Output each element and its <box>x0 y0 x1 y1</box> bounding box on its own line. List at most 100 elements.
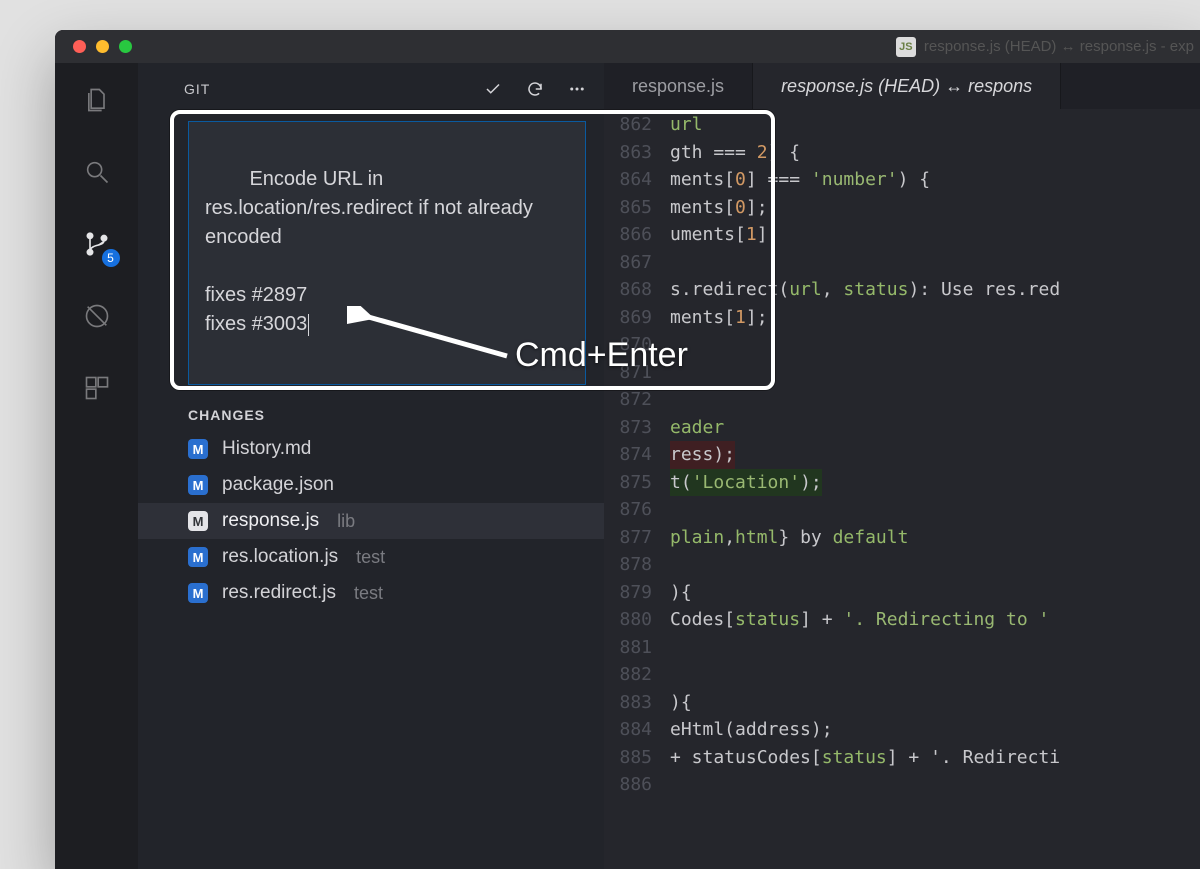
workbench: 5 GIT Encode URL in res.location/res.red… <box>55 63 1200 869</box>
code-line: 876 <box>604 496 1200 524</box>
scm-title: GIT <box>184 81 210 97</box>
changed-file-name: package.json <box>222 474 334 496</box>
modified-badge: M <box>188 511 208 531</box>
code-line: 870 <box>604 331 1200 359</box>
refresh-icon[interactable] <box>526 80 544 98</box>
line-number: 866 <box>604 221 670 249</box>
modified-badge: M <box>188 583 208 603</box>
line-number: 875 <box>604 469 670 497</box>
changes-section-label: CHANGES <box>188 407 604 423</box>
code-line: 875t('Location'); <box>604 469 1200 497</box>
code-editor[interactable]: 862url863gth === 2) {864ments[0] === 'nu… <box>604 109 1200 869</box>
code-line: 869ments[1]; <box>604 304 1200 332</box>
line-number: 886 <box>604 771 670 799</box>
titlebar: JS response.js (HEAD) ↔ response.js - ex… <box>55 30 1200 63</box>
line-number: 869 <box>604 304 670 332</box>
code-line: 867 <box>604 249 1200 277</box>
code-line: 871 <box>604 359 1200 387</box>
modified-badge: M <box>188 475 208 495</box>
code-line: 873eader <box>604 414 1200 442</box>
tab-response-js[interactable]: response.js <box>604 63 753 109</box>
code-text: eHtml(address); <box>670 716 833 744</box>
tab-diff-response-js[interactable]: response.js (HEAD) ↔ respons <box>753 63 1061 109</box>
line-number: 863 <box>604 139 670 167</box>
code-line: 886 <box>604 771 1200 799</box>
close-window-button[interactable] <box>73 40 86 53</box>
scm-header: GIT <box>138 75 604 103</box>
code-line: 878 <box>604 551 1200 579</box>
changed-file-row[interactable]: Mpackage.json <box>138 467 604 503</box>
changed-file-name: res.location.js <box>222 546 338 568</box>
code-line: 883){ <box>604 689 1200 717</box>
zoom-window-button[interactable] <box>119 40 132 53</box>
code-line: 862url <box>604 111 1200 139</box>
line-number: 865 <box>604 194 670 222</box>
code-line: 880Codes[status] + '. Redirecting to ' <box>604 606 1200 634</box>
line-number: 877 <box>604 524 670 552</box>
code-text: + statusCodes[status] + '. Redirecti <box>670 744 1060 772</box>
line-number: 873 <box>604 414 670 442</box>
source-control-panel: GIT Encode URL in res.location/res.redir… <box>138 63 604 869</box>
pending-changes-badge: 5 <box>102 249 120 267</box>
code-line: 865ments[0]; <box>604 194 1200 222</box>
changed-file-row[interactable]: Mres.location.js test <box>138 539 604 575</box>
extensions-tab[interactable] <box>82 373 112 403</box>
changed-file-row[interactable]: Mres.redirect.jstest <box>138 575 604 611</box>
tab-label: response.js <box>632 76 724 97</box>
changed-file-name: response.js <box>222 510 319 532</box>
code-text: ments[0]; <box>670 194 768 222</box>
activity-bar: 5 <box>55 63 138 869</box>
tab-label: response.js (HEAD) ↔ respons <box>781 76 1032 97</box>
changed-file-dir: test <box>354 583 383 604</box>
line-number: 880 <box>604 606 670 634</box>
code-lines: 862url863gth === 2) {864ments[0] === 'nu… <box>604 109 1200 799</box>
code-text: Codes[status] + '. Redirecting to ' <box>670 606 1049 634</box>
code-line: 877plain,html} by default <box>604 524 1200 552</box>
search-tab[interactable] <box>82 157 112 187</box>
vscode-window: JS response.js (HEAD) ↔ response.js - ex… <box>55 30 1200 869</box>
code-line: 879){ <box>604 579 1200 607</box>
code-text: eader <box>670 414 724 442</box>
window-title: JS response.js (HEAD) ↔ response.js - ex… <box>896 30 1200 63</box>
code-line: 863gth === 2) { <box>604 139 1200 167</box>
changed-file-row[interactable]: Mresponse.js lib <box>138 503 604 539</box>
extensions-icon <box>83 374 111 402</box>
annotation-label: Cmd+Enter <box>515 336 688 375</box>
more-icon[interactable] <box>568 80 586 98</box>
changed-file-dir: test <box>356 547 385 568</box>
code-text: ments[1]; <box>670 304 768 332</box>
line-number: 878 <box>604 551 670 579</box>
changed-file-dir: lib <box>337 511 355 532</box>
code-line: 872 <box>604 386 1200 414</box>
scm-actions <box>484 80 586 98</box>
code-line: 864ments[0] === 'number') { <box>604 166 1200 194</box>
changed-file-name: History.md <box>222 438 311 460</box>
debug-tab[interactable] <box>82 301 112 331</box>
code-text: t('Location'); <box>670 469 822 497</box>
line-number: 885 <box>604 744 670 772</box>
explorer-tab[interactable] <box>82 85 112 115</box>
window-title-text: response.js (HEAD) ↔ response.js - exp <box>924 38 1194 55</box>
js-file-icon: JS <box>896 37 916 57</box>
modified-badge: M <box>188 547 208 567</box>
code-line: 866uments[1]; <box>604 221 1200 249</box>
search-icon <box>83 158 111 186</box>
code-text: plain,html} by default <box>670 524 908 552</box>
line-number: 864 <box>604 166 670 194</box>
source-control-tab[interactable]: 5 <box>82 229 112 259</box>
traffic-lights <box>73 40 132 53</box>
text-cursor <box>308 314 309 336</box>
minimize-window-button[interactable] <box>96 40 109 53</box>
code-text: s.redirect(url, status): Use res.red <box>670 276 1060 304</box>
code-text: ments[0] === 'number') { <box>670 166 930 194</box>
code-text: gth === 2) { <box>670 139 800 167</box>
check-icon[interactable] <box>484 80 502 98</box>
line-number: 884 <box>604 716 670 744</box>
code-line: 885+ statusCodes[status] + '. Redirecti <box>604 744 1200 772</box>
line-number: 876 <box>604 496 670 524</box>
code-text: url <box>670 111 703 139</box>
editor-group: response.js response.js (HEAD) ↔ respons… <box>604 63 1200 869</box>
code-text: ){ <box>670 689 692 717</box>
changed-file-row[interactable]: MHistory.md <box>138 431 604 467</box>
code-line: 884eHtml(address); <box>604 716 1200 744</box>
